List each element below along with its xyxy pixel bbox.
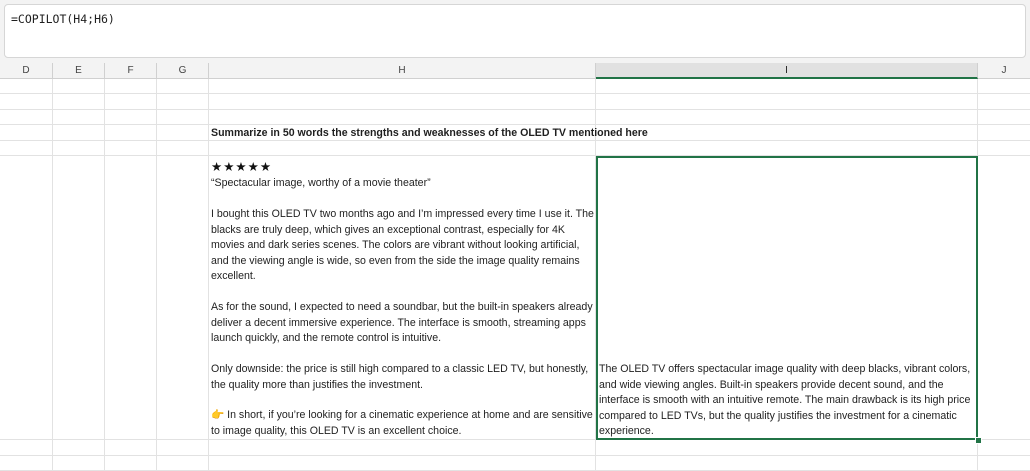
cell-h4-prompt[interactable]: Summarize in 50 words the strengths and … [211, 126, 648, 142]
review-paragraph-2: As for the sound, I expected to need a s… [211, 301, 593, 344]
gridline [104, 79, 105, 471]
column-header-j[interactable]: J [978, 63, 1030, 79]
review-paragraph-1: I bought this OLED TV two months ago and… [211, 208, 594, 282]
formula-bar-area: =COPILOT(H4;H6) [0, 0, 1030, 63]
cell-i6-summary: The OLED TV offers spectacular image qua… [599, 363, 971, 437]
gridline [208, 79, 209, 471]
gridline [0, 109, 1030, 110]
gridline [0, 93, 1030, 94]
column-header-bar: D E F G H I J [0, 63, 1030, 79]
review-quote: “Spectacular image, worthy of a movie th… [211, 177, 431, 189]
column-header-h[interactable]: H [209, 63, 596, 79]
column-header-d[interactable]: D [0, 63, 53, 79]
formula-input[interactable]: =COPILOT(H4;H6) [4, 4, 1026, 58]
formula-text: =COPILOT(H4;H6) [11, 12, 115, 26]
review-paragraph-4: 👉 In short, if you’re looking for a cine… [211, 409, 593, 437]
star-rating: ★★★★★ [211, 160, 273, 174]
gridline [156, 79, 157, 471]
column-header-e[interactable]: E [53, 63, 105, 79]
column-header-g[interactable]: G [157, 63, 209, 79]
review-paragraph-3: Only downside: the price is still high c… [211, 363, 589, 391]
fill-handle[interactable] [975, 437, 982, 444]
gridline [52, 79, 53, 471]
gridline [0, 124, 1030, 125]
column-header-f[interactable]: F [105, 63, 157, 79]
gridline [0, 455, 1030, 456]
spreadsheet-grid[interactable]: Summarize in 50 words the strengths and … [0, 79, 1030, 471]
column-header-i[interactable]: I [596, 63, 978, 79]
